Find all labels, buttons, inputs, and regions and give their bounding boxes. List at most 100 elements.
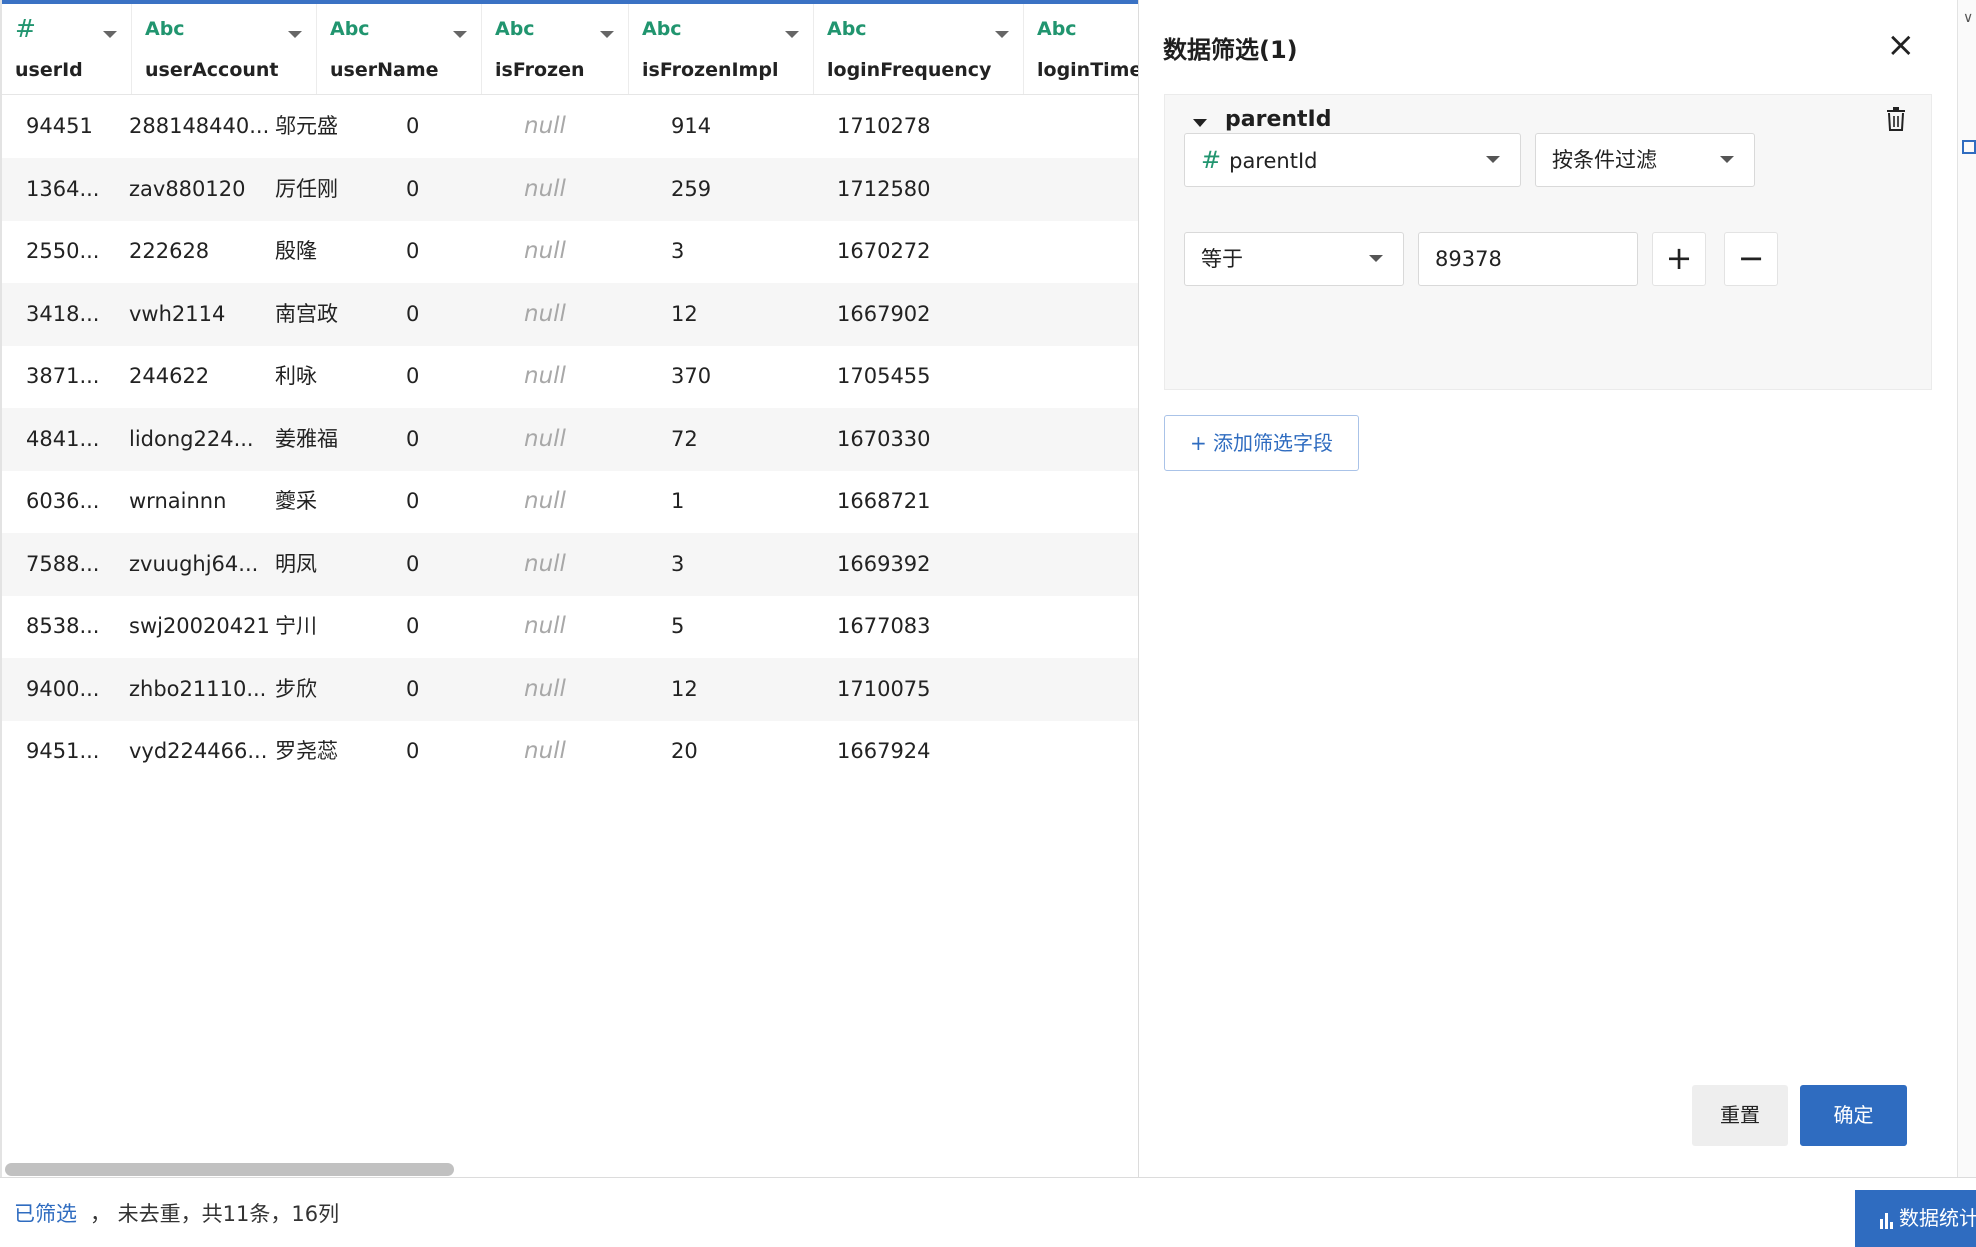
- table-cell-loginfrequency: 3: [671, 239, 685, 263]
- number-type-icon: #: [15, 14, 36, 43]
- text-type-icon: Abc: [1037, 18, 1077, 40]
- table-cell-logintime: 1667902: [837, 301, 931, 326]
- column-header-isfrozen[interactable]: Abc isFrozen: [482, 4, 629, 94]
- table-cell-isfrozen: 0: [406, 676, 420, 701]
- column-menu-icon[interactable]: [453, 31, 467, 38]
- table-row[interactable]: 3418... vwh2114 南宫政 0 null 12 1667902: [2, 282, 1138, 346]
- text-type-icon: Abc: [330, 18, 370, 40]
- table-row[interactable]: 9451... vyd224466... 罗尧蕊 0 null 20 1667924: [2, 720, 1138, 783]
- table-cell-loginfrequency: 370: [671, 364, 712, 388]
- bar-chart-icon: [1880, 1212, 1893, 1229]
- table-cell-logintime: 1670272: [837, 239, 931, 263]
- table-cell-useraccount: 244622: [129, 364, 210, 388]
- column-name: userName: [330, 59, 439, 81]
- column-header-userid[interactable]: # userId: [2, 4, 132, 94]
- side-panel-icon[interactable]: [1962, 140, 1976, 154]
- text-type-icon: Abc: [642, 18, 682, 40]
- operand-input[interactable]: 89378: [1418, 232, 1638, 286]
- trash-icon[interactable]: [1885, 107, 1907, 131]
- column-name: userAccount: [145, 59, 279, 81]
- row-column-summary: ， 未去重，共11条，16列: [90, 1202, 340, 1226]
- column-header-logintime[interactable]: Abc loginTime: [1024, 4, 1138, 94]
- table-row[interactable]: 9400... zhbo21110... 步欣 0 null 12 1710075: [2, 657, 1138, 721]
- table-cell-logintime: 1712580: [837, 176, 931, 201]
- table-cell-useraccount: lidong224...: [129, 426, 254, 451]
- data-statistics-button[interactable]: 数据统计: [1855, 1190, 1976, 1247]
- column-header-loginfrequency[interactable]: Abc loginFrequency: [814, 4, 1024, 94]
- table-cell-isfrozen: 0: [406, 489, 420, 513]
- table-row[interactable]: 94451 288148440... 邬元盛 0 null 914 1710278: [2, 95, 1138, 158]
- table-row[interactable]: 2550... 222628 殷隆 0 null 3 1670272: [2, 220, 1138, 283]
- scrollbar-thumb[interactable]: [5, 1163, 454, 1176]
- table-cell-isfrozen: 0: [406, 176, 420, 201]
- table-row[interactable]: 7588... zvuughj64... 明凤 0 null 3 1669392: [2, 532, 1138, 596]
- field-select[interactable]: # parentId: [1184, 133, 1521, 187]
- column-header-useraccount[interactable]: Abc userAccount: [132, 4, 317, 94]
- table-cell-loginfrequency: 5: [671, 614, 685, 638]
- chevron-down-icon[interactable]: ∨: [1963, 10, 1973, 26]
- table-cell-isfrozen: 0: [406, 426, 420, 451]
- column-menu-icon[interactable]: [785, 31, 799, 38]
- table-cell-loginfrequency: 3: [671, 551, 685, 576]
- table-cell-userid: 8538...: [26, 614, 100, 638]
- table-cell-loginfrequency: 259: [671, 176, 712, 201]
- table-cell-useraccount: 222628: [129, 239, 210, 263]
- column-menu-icon[interactable]: [103, 31, 117, 38]
- field-select-value: parentId: [1229, 149, 1318, 173]
- operator-value: 等于: [1201, 247, 1243, 271]
- table-row[interactable]: 4841... lidong224... 姜雅福 0 null 72 1670330: [2, 407, 1138, 471]
- add-condition-button[interactable]: +: [1652, 232, 1706, 286]
- table-cell-isfrozen: 0: [406, 551, 420, 576]
- table-cell-isfrozen: 0: [406, 114, 420, 138]
- table-cell-isfrozen: 0: [406, 301, 420, 326]
- table-cell-isfrozenimpl: null: [524, 363, 566, 389]
- table-cell-logintime: 1710075: [837, 676, 931, 701]
- filter-field-label: parentId: [1225, 107, 1332, 132]
- chevron-down-icon: [1720, 156, 1734, 163]
- table-cell-isfrozenimpl: null: [524, 425, 566, 452]
- table-cell-isfrozenimpl: null: [524, 613, 566, 639]
- column-menu-icon[interactable]: [995, 31, 1009, 38]
- column-name: isFrozen: [495, 59, 585, 81]
- chevron-down-icon: [1369, 255, 1383, 262]
- number-type-icon: #: [1201, 146, 1222, 174]
- column-menu-icon[interactable]: [600, 31, 614, 38]
- add-filter-field-button[interactable]: + 添加筛选字段: [1164, 415, 1359, 471]
- table-row[interactable]: 6036... wrnainnn 夔采 0 null 1 1668721: [2, 470, 1138, 533]
- remove-condition-button[interactable]: −: [1724, 232, 1778, 286]
- table-cell-isfrozenimpl: null: [524, 175, 566, 202]
- table-cell-username: 宁川: [275, 614, 317, 638]
- horizontal-scrollbar[interactable]: [2, 1163, 1138, 1177]
- table-cell-useraccount: wrnainnn: [129, 489, 227, 513]
- collapse-caret-icon[interactable]: [1193, 119, 1207, 127]
- collapsed-side-panel[interactable]: ∨: [1957, 0, 1976, 1177]
- table-cell-userid: 9451...: [26, 739, 100, 763]
- operator-select[interactable]: 等于: [1184, 232, 1404, 286]
- operand-value: 89378: [1435, 247, 1502, 271]
- close-icon[interactable]: ×: [1887, 26, 1916, 64]
- column-header-username[interactable]: Abc userName: [317, 4, 482, 94]
- table-cell-logintime: 1705455: [837, 364, 931, 388]
- filtered-link[interactable]: 已筛选: [14, 1198, 77, 1228]
- text-type-icon: Abc: [145, 18, 185, 40]
- status-bar: 已筛选 ， 未去重，共11条，16列 数据统计: [0, 1177, 1976, 1247]
- table-cell-userid: 3418...: [26, 301, 100, 326]
- table-cell-isfrozenimpl: null: [524, 300, 566, 327]
- column-header-isfrozenimpl[interactable]: Abc isFrozenImpl: [629, 4, 814, 94]
- table-row[interactable]: 8538... swj20020421 宁川 0 null 5 1677083: [2, 595, 1138, 658]
- filter-mode-select[interactable]: 按条件过滤: [1535, 133, 1755, 187]
- confirm-button[interactable]: 确定: [1800, 1085, 1907, 1146]
- table-cell-loginfrequency: 72: [671, 426, 698, 451]
- table-cell-isfrozenimpl: null: [524, 113, 566, 139]
- table-row[interactable]: 1364... zav880120 厉任刚 0 null 259 1712580: [2, 157, 1138, 221]
- table-row[interactable]: 3871... 244622 利咏 0 null 370 1705455: [2, 345, 1138, 408]
- table-cell-useraccount: 288148440...: [129, 114, 270, 138]
- table-cell-loginfrequency: 20: [671, 739, 698, 763]
- column-menu-icon[interactable]: [288, 31, 302, 38]
- reset-button[interactable]: 重置: [1692, 1085, 1788, 1146]
- filter-mode-value: 按条件过滤: [1552, 148, 1657, 172]
- table-cell-useraccount: zav880120: [129, 176, 246, 201]
- table-cell-logintime: 1669392: [837, 551, 931, 576]
- table-cell-username: 厉任刚: [275, 176, 338, 201]
- table-cell-username: 利咏: [275, 364, 317, 388]
